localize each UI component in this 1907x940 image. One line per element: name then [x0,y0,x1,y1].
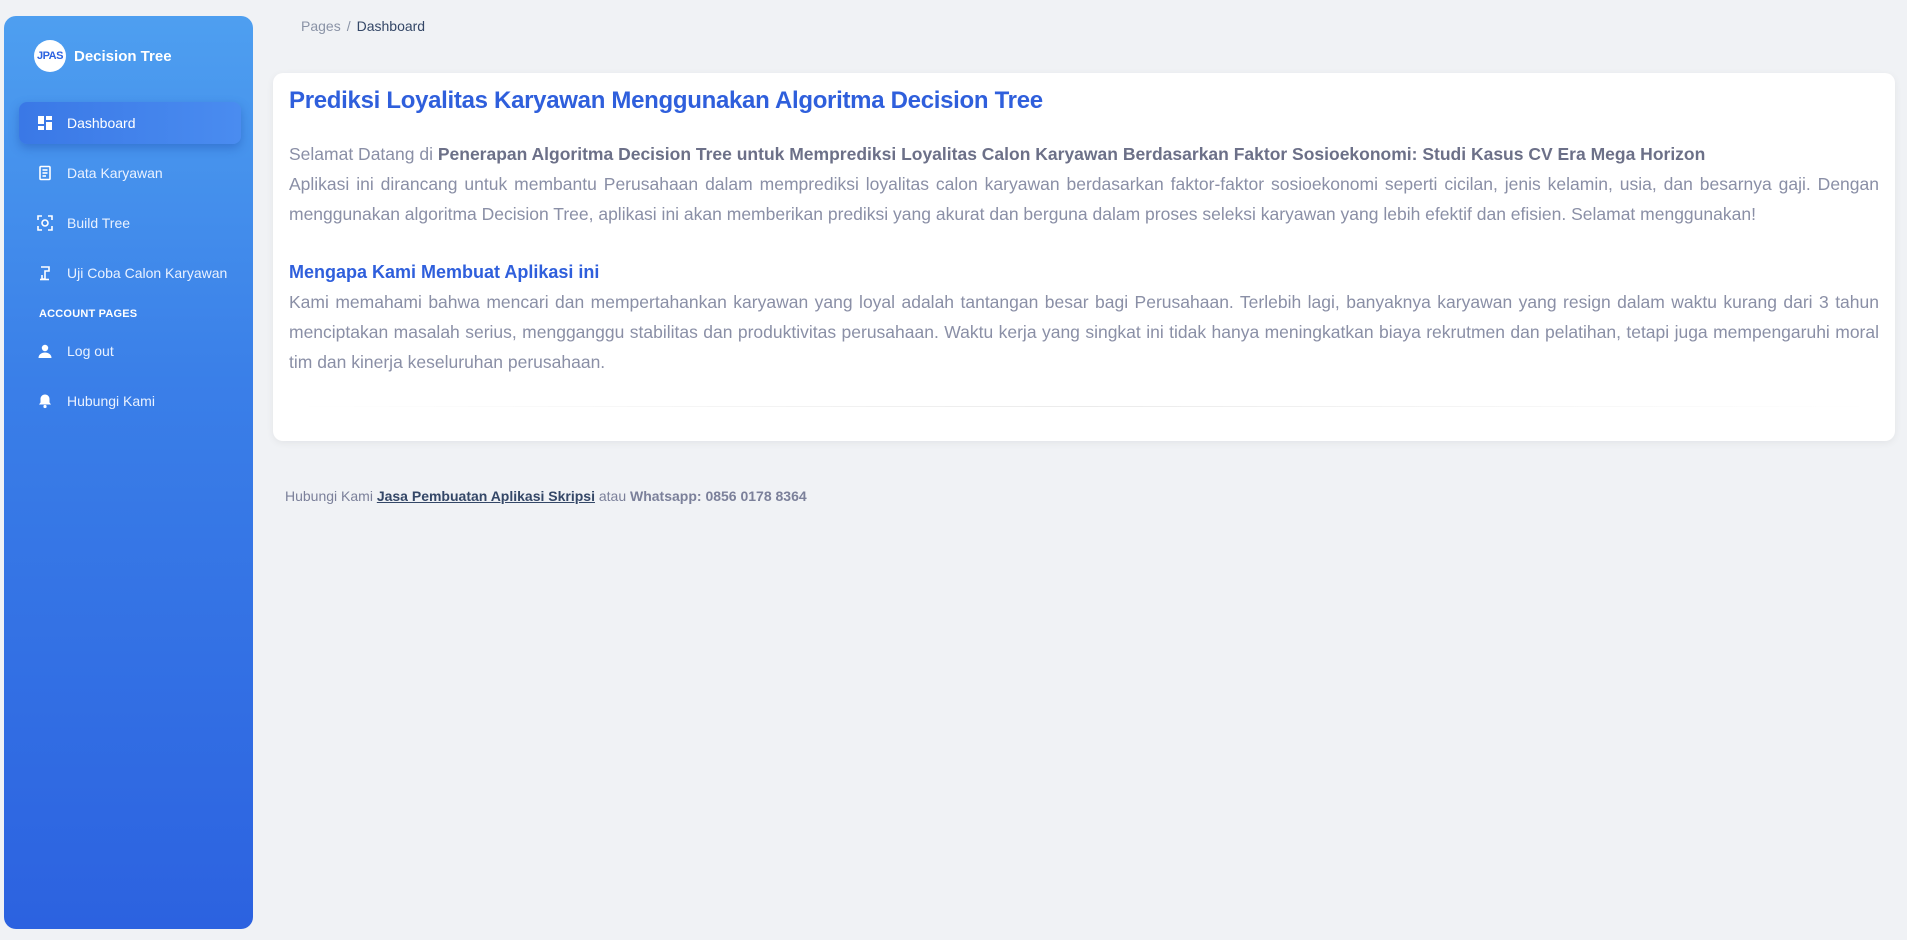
sidebar-item-label: Uji Coba Calon Karyawan [67,265,228,281]
sidebar-item-label: Log out [67,343,114,359]
brand-logo: JPAS [34,40,66,72]
section-title: Mengapa Kami Membuat Aplikasi ini [289,262,600,282]
scan-icon [37,215,53,231]
breadcrumb: Pages / Dashboard [301,18,425,34]
section-label-account: ACCOUNT PAGES [39,308,138,320]
sidebar-item-build-tree[interactable]: Build Tree [19,202,241,244]
sidebar-item-uji-coba[interactable]: Uji Coba Calon Karyawan [19,252,241,294]
sidebar: JPAS Decision Tree Dashboard Data Karyaw… [4,16,253,929]
sidebar-item-label: Hubungi Kami [67,393,155,409]
bell-icon [37,393,53,409]
sidebar-item-hubungi-kami[interactable]: Hubungi Kami [19,380,241,422]
intro-text: Aplikasi ini dirancang untuk membantu Pe… [289,174,1879,224]
welcome-prefix: Selamat Datang di [289,144,438,164]
page-title: Prediksi Loyalitas Karyawan Menggunakan … [289,87,1043,114]
dashboard-icon [37,115,53,131]
person-icon [37,343,53,359]
sidebar-item-data-karyawan[interactable]: Data Karyawan [19,152,241,194]
brand[interactable]: JPAS Decision Tree [34,40,172,72]
document-icon [37,165,53,181]
sidebar-item-label: Dashboard [67,115,136,131]
welcome-app-name: Penerapan Algoritma Decision Tree untuk … [437,144,1706,164]
breadcrumb-parent[interactable]: Pages [301,18,341,34]
card-divider [289,406,1879,407]
reason-paragraph: Kami memahami bahwa mencari dan memperta… [289,292,1879,372]
footer-prefix: Hubungi Kami [285,488,377,504]
sidebar-item-logout[interactable]: Log out [19,330,241,372]
breadcrumb-separator: / [346,18,351,34]
footer-whatsapp: Whatsapp: 0856 0178 8364 [630,488,807,504]
main-card: Prediksi Loyalitas Karyawan Menggunakan … [273,73,1895,441]
sidebar-nav: Dashboard Data Karyawan Build Tree Uji C… [19,102,241,430]
brand-name: Decision Tree [74,47,172,65]
intro-paragraph: Selamat Datang di Penerapan Algoritma De… [289,139,1879,229]
sidebar-item-label: Build Tree [67,215,131,231]
footer-middle: atau [594,488,630,504]
footer: Hubungi Kami Jasa Pembuatan Aplikasi Skr… [285,488,807,504]
sidebar-item-dashboard[interactable]: Dashboard [19,102,241,144]
sidebar-item-label: Data Karyawan [67,165,163,181]
test-icon [37,265,53,281]
breadcrumb-current: Dashboard [356,18,426,34]
footer-link[interactable]: Jasa Pembuatan Aplikasi Skripsi [377,488,595,504]
